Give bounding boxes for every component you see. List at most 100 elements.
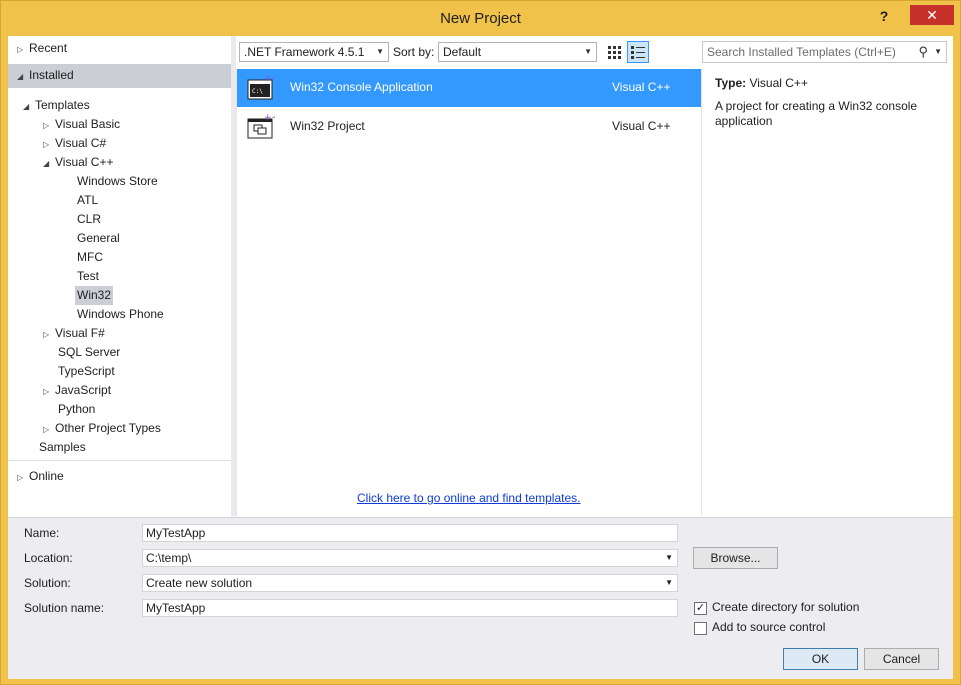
source-control-label[interactable]: Add to source control — [712, 620, 825, 634]
solution-name-label: Solution name: — [24, 601, 105, 615]
template-language: Visual C++ — [612, 119, 671, 133]
details-pane: Type: Visual C++ A project for creating … — [701, 69, 948, 516]
tree-label: Recent — [29, 41, 68, 55]
tree-item-sql-server[interactable]: SQL Server — [58, 343, 120, 362]
location-label: Location: — [24, 551, 73, 565]
tree-item-other-project-types[interactable]: ▷ Other Project Types — [43, 419, 161, 438]
template-tree: ▷ Recent ◢ Installed ◢ Templates ▷ Visual Ba… — [8, 36, 231, 516]
tree-item-mfc[interactable]: MFC — [77, 248, 103, 267]
framework-dropdown[interactable]: .NET Framework 4.5.1 ▼ — [239, 42, 389, 62]
cancel-button[interactable]: Cancel — [864, 648, 939, 670]
tree-item-javascript[interactable]: ▷ JavaScript — [43, 381, 111, 400]
tree-label: Other Project Types — [55, 421, 161, 435]
solution-dropdown[interactable]: Create new solution ▼ — [142, 574, 678, 592]
collapse-arrow-icon[interactable]: ◢ — [43, 154, 55, 173]
expand-arrow-icon[interactable]: ▷ — [17, 40, 29, 59]
win32-project-icon: ++ — [247, 113, 275, 139]
template-item-console[interactable]: C:\ ++ Win32 Console Application Visual … — [237, 69, 702, 107]
template-list: C:\ ++ Win32 Console Application Visual … — [236, 69, 702, 516]
dialog-title: New Project — [440, 10, 521, 27]
small-icons-view-button[interactable] — [604, 42, 624, 62]
tree-item-windows-store[interactable]: Windows Store — [77, 172, 158, 191]
tree-item-windows-phone[interactable]: Windows Phone — [77, 305, 164, 324]
tree-label: Visual C++ — [55, 155, 114, 169]
help-button[interactable]: ? — [874, 6, 894, 26]
framework-value: .NET Framework 4.5.1 — [244, 45, 365, 59]
chevron-down-icon[interactable]: ▼ — [934, 42, 942, 62]
chevron-down-icon: ▼ — [376, 47, 384, 56]
template-item-win32[interactable]: ++ Win32 Project Visual C++ — [237, 108, 702, 146]
expand-arrow-icon[interactable]: ▷ — [43, 325, 55, 344]
svg-text:++: ++ — [264, 113, 275, 123]
template-name: Win32 Project — [290, 119, 365, 133]
template-description: A project for creating a Win32 console a… — [715, 99, 918, 128]
tree-label: JavaScript — [55, 383, 112, 397]
tree-item-win32[interactable]: Win32 — [75, 286, 114, 305]
tree-item-online[interactable]: ▷ Online — [17, 467, 64, 486]
collapse-arrow-icon[interactable]: ◢ — [17, 67, 29, 86]
expand-arrow-icon[interactable]: ▷ — [43, 135, 55, 154]
svg-text:C:\: C:\ — [252, 88, 263, 95]
solution-value: Create new solution — [146, 576, 253, 590]
tree-label: Online — [29, 469, 64, 483]
expand-arrow-icon[interactable]: ▷ — [43, 420, 55, 439]
source-control-checkbox[interactable] — [694, 622, 707, 635]
template-language: Visual C++ — [612, 80, 671, 94]
name-field[interactable]: MyTestApp — [142, 524, 678, 542]
search-input[interactable]: Search Installed Templates (Ctrl+E) ⚲ ▼ — [702, 41, 947, 63]
create-directory-label[interactable]: Create directory for solution — [712, 600, 859, 614]
tree-item-installed[interactable]: ◢ Installed — [17, 66, 74, 85]
expand-arrow-icon[interactable]: ▷ — [17, 468, 29, 487]
sort-dropdown[interactable]: Default ▼ — [438, 42, 597, 62]
online-templates-link[interactable]: Click here to go online and find templat… — [357, 491, 580, 505]
tree-label: Templates — [35, 98, 90, 112]
sort-value: Default — [443, 45, 482, 59]
tree-label: Visual C# — [55, 136, 107, 150]
tree-item-samples[interactable]: Samples — [39, 438, 86, 457]
solution-name-field[interactable]: MyTestApp — [142, 599, 678, 617]
list-view-icon — [631, 46, 645, 59]
tree-item-visual-basic[interactable]: ▷ Visual Basic — [43, 115, 120, 134]
collapse-arrow-icon[interactable]: ◢ — [23, 97, 35, 116]
tree-item-atl[interactable]: ATL — [77, 191, 98, 210]
tree-label: Visual Basic — [55, 117, 121, 131]
expand-arrow-icon[interactable]: ▷ — [43, 382, 55, 401]
template-name: Win32 Console Application — [290, 80, 433, 94]
tree-item-templates[interactable]: ◢ Templates — [23, 96, 90, 115]
tree-item-visual-cpp[interactable]: ◢ Visual C++ — [43, 153, 113, 172]
chevron-down-icon: ▼ — [584, 47, 592, 56]
tree-item-test[interactable]: Test — [77, 267, 99, 286]
svg-text:++: ++ — [264, 74, 275, 84]
tree-item-clr[interactable]: CLR — [77, 210, 101, 229]
name-label: Name: — [24, 526, 60, 540]
tree-divider — [8, 460, 231, 461]
browse-button[interactable]: Browse... — [693, 547, 778, 569]
create-directory-checkbox[interactable]: ✓ — [694, 602, 707, 615]
list-view-button[interactable] — [627, 41, 649, 63]
expand-arrow-icon[interactable]: ▷ — [43, 116, 55, 135]
type-label: Type: — [715, 76, 747, 90]
console-app-icon: C:\ ++ — [247, 74, 275, 100]
close-button[interactable]: ✕ — [910, 5, 954, 25]
chevron-down-icon[interactable]: ▼ — [665, 550, 673, 566]
type-line: Type: Visual C++ — [715, 76, 808, 90]
tree-item-typescript[interactable]: TypeScript — [58, 362, 115, 381]
title-bar: New Project ? ✕ — [1, 1, 960, 37]
sort-label: Sort by: — [393, 45, 435, 59]
search-icon[interactable]: ⚲ — [918, 42, 928, 62]
location-value: C:\temp\ — [146, 551, 192, 565]
project-form: Name: MyTestApp Location: C:\temp\ ▼ Bro… — [8, 517, 953, 679]
tree-item-visual-fsharp[interactable]: ▷ Visual F# — [43, 324, 105, 343]
tree-label: Installed — [29, 68, 74, 82]
search-placeholder: Search Installed Templates (Ctrl+E) — [707, 45, 896, 59]
dialog-window: New Project ? ✕ ▷ Recent ◢ Installed ◢ Temp… — [0, 0, 961, 685]
grid-view-icon — [608, 46, 621, 59]
chevron-down-icon[interactable]: ▼ — [665, 575, 673, 591]
tree-item-recent[interactable]: ▷ Recent — [17, 39, 67, 58]
tree-item-general[interactable]: General — [77, 229, 120, 248]
location-field[interactable]: C:\temp\ ▼ — [142, 549, 678, 567]
type-value: Visual C++ — [749, 76, 808, 90]
tree-item-visual-csharp[interactable]: ▷ Visual C# — [43, 134, 106, 153]
tree-item-python[interactable]: Python — [58, 400, 95, 419]
ok-button[interactable]: OK — [783, 648, 858, 670]
